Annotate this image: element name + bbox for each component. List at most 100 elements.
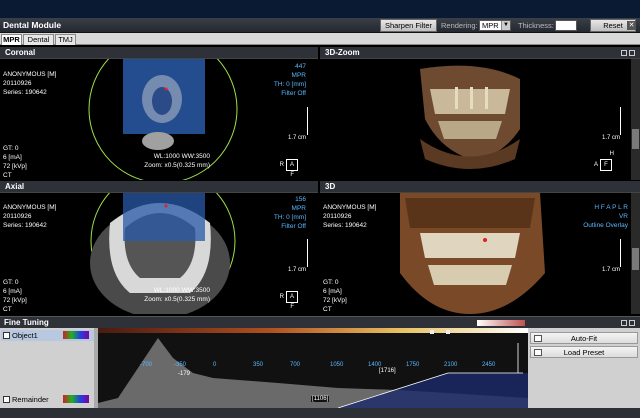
scale-label: 1.7 cm bbox=[287, 267, 306, 273]
tick-label: 700 bbox=[290, 362, 301, 368]
view3d-scan-info: GT: 0 6 [mA] 72 [kVp] CT bbox=[323, 278, 347, 314]
window-title: Dental Module bbox=[3, 20, 62, 30]
top-strip bbox=[0, 0, 640, 18]
object-list: Object1 Remainder bbox=[0, 328, 98, 408]
axial-header: Axial bbox=[0, 181, 318, 193]
window-level: WL:1000 WW:3500 bbox=[153, 153, 210, 160]
list-item-remainder[interactable]: Remainder bbox=[1, 394, 95, 405]
scroll-thumb[interactable] bbox=[632, 129, 639, 149]
auto-fit-button[interactable]: Auto-Fit bbox=[530, 332, 638, 344]
threshold-label[interactable]: [1716] bbox=[378, 368, 397, 374]
zoom3d-title: 3D-Zoom bbox=[325, 48, 360, 57]
modality: CT bbox=[3, 306, 12, 313]
orient-top-label: H bbox=[609, 151, 614, 157]
series-number: Series: 190642 bbox=[323, 222, 367, 229]
rendering-select[interactable]: MPR ▼ bbox=[479, 20, 511, 31]
scale-bar bbox=[620, 107, 621, 135]
tick-label: 1050 bbox=[330, 362, 344, 368]
tick-label: 0 bbox=[213, 362, 217, 368]
tab-tmj[interactable]: TMJ bbox=[55, 34, 76, 45]
slice-number: 156 bbox=[295, 196, 306, 203]
mode-tabs: MPR Dental TMJ bbox=[0, 33, 640, 45]
axial-pane[interactable]: Axial ANONYMOUS [M] 20110926 Series: 190… bbox=[0, 181, 318, 314]
zoom3d-scrollbar[interactable] bbox=[631, 59, 640, 180]
view3d-title: 3D bbox=[325, 182, 336, 191]
zoom3d-pane[interactable]: 3D-Zoom 1.7 cm H F A bbox=[320, 47, 640, 180]
lower-threshold-label[interactable]: [1106] bbox=[311, 396, 330, 402]
orientation-cube[interactable]: A bbox=[286, 159, 298, 171]
view3d-pane[interactable]: 3D ANONYMOUS [M] 20110926 Series: 190642… bbox=[320, 181, 640, 314]
study-date: 20110926 bbox=[323, 213, 352, 220]
overlay-info: Outline Overlay bbox=[583, 222, 628, 229]
modality: CT bbox=[3, 172, 12, 179]
fine-tuning-header: Fine Tuning bbox=[0, 316, 640, 328]
view3d-scrollbar[interactable] bbox=[631, 193, 640, 314]
tab-dental[interactable]: Dental bbox=[23, 34, 54, 45]
study-date: 20110926 bbox=[3, 80, 32, 87]
fine-tuning-title: Fine Tuning bbox=[4, 318, 49, 327]
thickness-input[interactable] bbox=[555, 20, 577, 31]
orientation-cube[interactable]: F bbox=[600, 159, 612, 171]
gt-value: GT: 0 bbox=[323, 279, 339, 286]
remainder-label: Remainder bbox=[12, 395, 49, 404]
patient-name: ANONYMOUS [M] bbox=[3, 204, 57, 211]
orientation-buttons[interactable]: H F A P L R bbox=[583, 203, 628, 212]
view3d-view-info: H F A P L R VR Outline Overlay bbox=[583, 203, 628, 230]
gt-value: GT: 0 bbox=[3, 279, 19, 286]
render-mode: MPR bbox=[291, 205, 306, 212]
scale-label: 1.7 cm bbox=[601, 135, 620, 141]
slice-number: 447 bbox=[295, 63, 306, 70]
series-number: Series: 190642 bbox=[3, 222, 47, 229]
object1-colormap[interactable] bbox=[63, 331, 89, 339]
window-level: WL:1000 WW:3500 bbox=[153, 287, 210, 294]
remainder-checkbox[interactable] bbox=[3, 396, 10, 403]
marker-value: -179 bbox=[178, 371, 191, 377]
axial-title: Axial bbox=[5, 182, 25, 191]
panel-tools[interactable] bbox=[619, 319, 637, 327]
scale-label: 1.7 cm bbox=[601, 267, 620, 273]
maximize-icon[interactable] bbox=[621, 50, 627, 56]
axial-view-info: 156 MPR TH: 0 [mm] Filter Off bbox=[274, 195, 306, 231]
load-preset-button[interactable]: Load Preset bbox=[530, 346, 638, 358]
thickness-info: TH: 0 [mm] bbox=[273, 81, 306, 88]
title-bar: Dental Module Sharpen Filter Rendering: … bbox=[0, 18, 640, 33]
coronal-patient-info: ANONYMOUS [M] 20110926 Series: 190642 bbox=[3, 70, 56, 97]
modality: CT bbox=[323, 306, 332, 313]
list-item-object1[interactable]: Object1 bbox=[1, 330, 95, 341]
tuning-actions: Auto-Fit Load Preset bbox=[528, 328, 640, 408]
folder-icon bbox=[534, 349, 542, 356]
rendering-label: Rendering: bbox=[441, 21, 478, 30]
restore-icon[interactable] bbox=[629, 50, 635, 56]
tick-label: 2450 bbox=[482, 362, 496, 368]
tick-label: 1750 bbox=[406, 362, 420, 368]
coronal-pane[interactable]: Coronal ANONYMOUS [M] 20110926 Series: 1… bbox=[0, 47, 318, 180]
scale-bar bbox=[620, 239, 621, 267]
close-icon[interactable]: ✕ bbox=[627, 21, 636, 30]
coronal-header: Coronal bbox=[0, 47, 318, 59]
maximize-icon[interactable] bbox=[621, 320, 627, 326]
sharpen-filter-button[interactable]: Sharpen Filter bbox=[380, 19, 437, 32]
render-mode: VR bbox=[618, 213, 628, 220]
scale-bar bbox=[307, 239, 308, 267]
scale-label: 1.7 cm bbox=[287, 135, 306, 141]
pane-tools[interactable] bbox=[619, 49, 637, 57]
filter-info: Filter Off bbox=[281, 223, 306, 230]
tab-mpr[interactable]: MPR bbox=[1, 34, 22, 45]
rendering-value: MPR bbox=[482, 21, 499, 30]
view3d-patient-info: ANONYMOUS [M] 20110926 Series: 190642 bbox=[323, 203, 376, 230]
remainder-colormap[interactable] bbox=[63, 395, 89, 403]
coronal-view-info: 447 MPR TH: 0 [mm] Filter Off bbox=[274, 62, 306, 98]
object1-checkbox[interactable] bbox=[3, 332, 10, 339]
thickness-info: TH: 0 [mm] bbox=[273, 214, 306, 221]
zoom3d-header: 3D-Zoom bbox=[320, 47, 640, 59]
patient-name: ANONYMOUS [M] bbox=[3, 71, 57, 78]
histogram-axis: -700 -350 0 350 700 1050 1400 1750 2100 … bbox=[98, 362, 528, 372]
orient-left-label: A bbox=[593, 162, 598, 168]
chevron-down-icon: ▼ bbox=[501, 21, 510, 30]
opacity-slider[interactable] bbox=[477, 320, 525, 326]
scroll-thumb[interactable] bbox=[632, 248, 639, 270]
restore-icon[interactable] bbox=[629, 320, 635, 326]
zoom-level: Zoom: x0.5(0.325 mm) bbox=[144, 162, 210, 169]
tick-label: 2100 bbox=[444, 362, 458, 368]
orientation-cube[interactable]: A bbox=[286, 291, 298, 303]
